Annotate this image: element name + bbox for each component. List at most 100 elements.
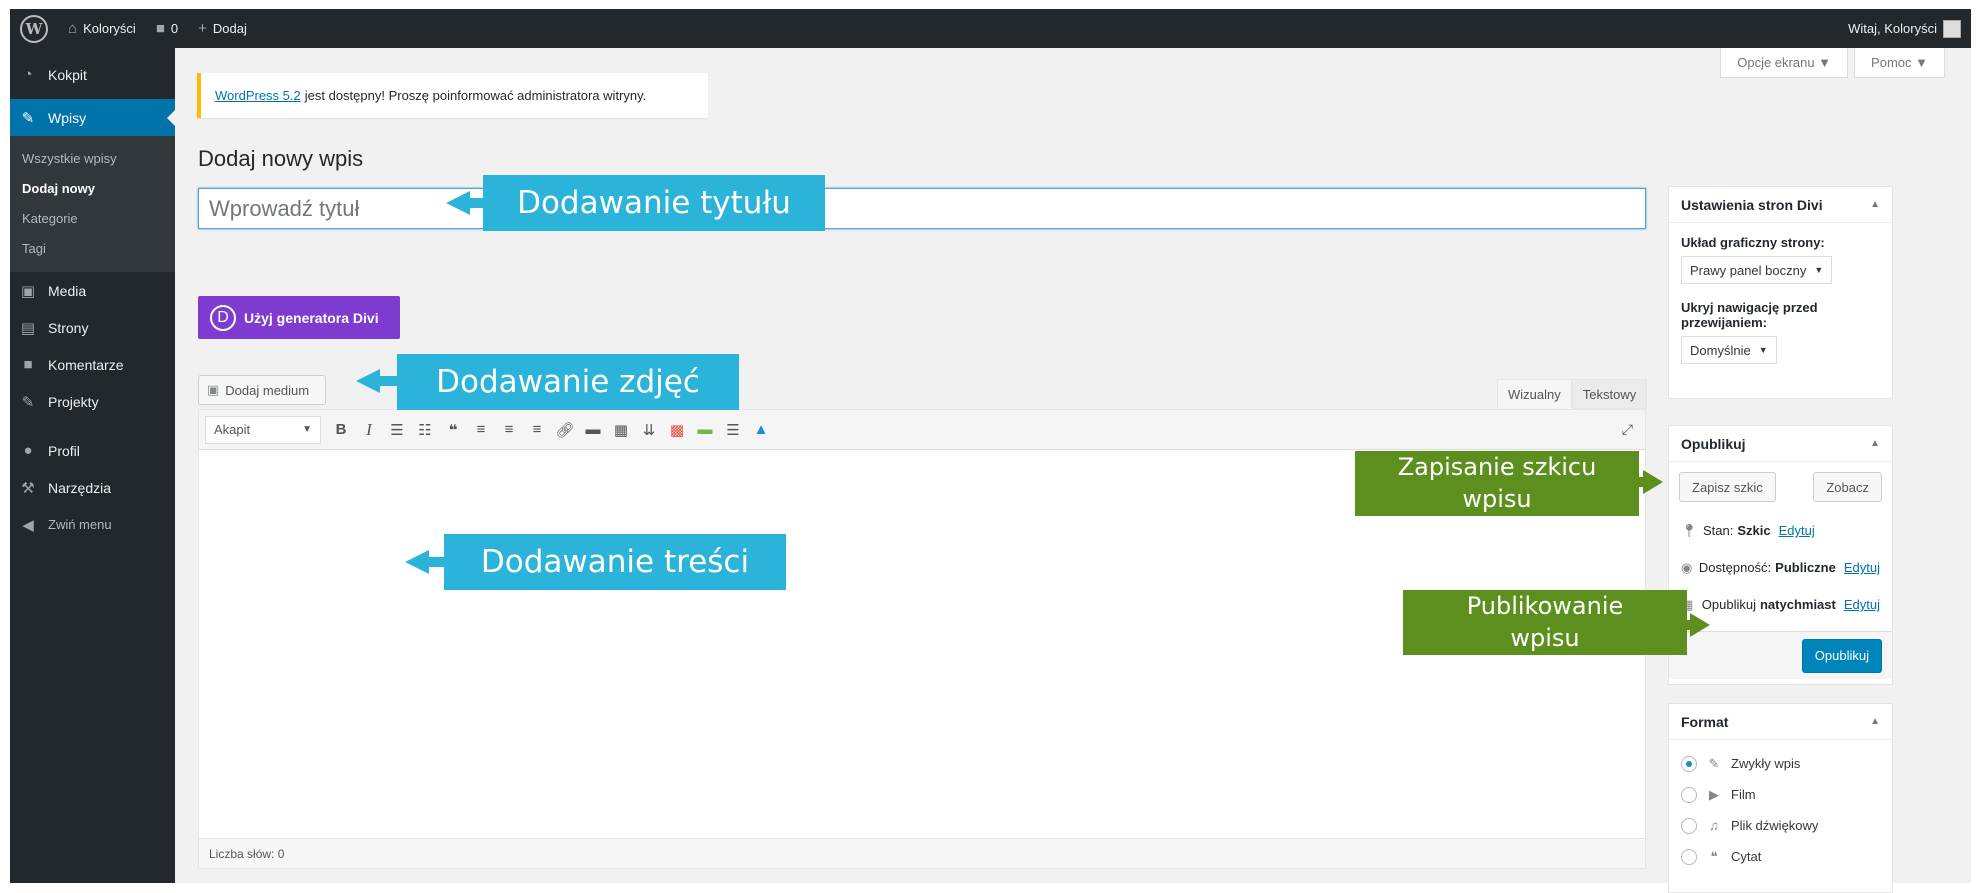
format-option-quote[interactable]: ❝ Cytat	[1669, 841, 1892, 872]
publish-button[interactable]: Opublikuj	[1801, 638, 1882, 673]
pin-icon: ✎	[21, 109, 35, 127]
sidebar-item-collapse[interactable]: ◀ Zwiń menu	[10, 506, 175, 543]
format-option-audio[interactable]: ♫ Plik dźwiękowy	[1669, 810, 1892, 841]
nav-select-value: Domyślnie	[1690, 342, 1751, 358]
bullet-list-button[interactable]: ☰	[383, 416, 411, 444]
help-button[interactable]: Pomoc ▼	[1854, 48, 1945, 78]
preview-button[interactable]: Zobacz	[1813, 472, 1882, 502]
wp-logo-menu[interactable]: W	[10, 9, 58, 48]
post-visibility: ◉ Dostępność: Publiczne Edytuj	[1669, 549, 1892, 586]
title-input[interactable]: Wprowadź tytuł	[198, 188, 1646, 229]
sidebar-item-label: Profil	[48, 442, 80, 459]
sidebar-item-dashboard[interactable]: ◔ Kokpit	[10, 56, 175, 93]
format-option-label: Plik dźwiękowy	[1731, 818, 1819, 833]
tab-text[interactable]: Tekstowy	[1571, 379, 1648, 409]
fullscreen-icon[interactable]: ⤢	[1622, 421, 1633, 438]
notice-text: jest dostępny! Proszę poinformować admin…	[304, 88, 647, 103]
update-notice: WordPress 5.2 jest dostępny! Proszę poin…	[197, 73, 708, 118]
use-divi-builder-button[interactable]: D Użyj generatora Divi	[198, 296, 400, 339]
add-new-link[interactable]: + Dodaj	[188, 9, 257, 48]
pin-icon: ✎	[21, 393, 35, 411]
sidebar-item-pages[interactable]: ▤ Strony	[10, 309, 175, 346]
save-draft-button[interactable]: Zapisz szkic	[1679, 472, 1776, 502]
blockquote-button[interactable]: ❝	[439, 416, 467, 444]
format-option-label: Film	[1731, 787, 1756, 802]
callout-arrow-stem	[427, 557, 445, 567]
callout-save-draft-line2: wpisu	[1462, 484, 1532, 513]
callout-arrow	[1643, 470, 1663, 494]
editor-toolbar: Akapit ▼ B I ☰ ☷ ❝ ≡ ≡ ≡ 🔗︎ ▬ ▦ ⇊ ▩ ▬ ☰ …	[199, 410, 1645, 450]
nav-select[interactable]: Domyślnie ▼	[1681, 336, 1777, 364]
edit-schedule-link[interactable]: Edytuj	[1844, 597, 1880, 612]
radio-button[interactable]	[1681, 786, 1697, 803]
update-link[interactable]: WordPress 5.2	[215, 88, 301, 103]
lines-plugin-icon[interactable]: ☰	[719, 416, 747, 444]
callout-save-draft-line1: Zapisanie szkicu	[1397, 453, 1597, 482]
align-center-button[interactable]: ≡	[495, 416, 523, 444]
schedule-label: Opublikuj	[1701, 597, 1756, 612]
publish-header[interactable]: Opublikuj ▲	[1669, 426, 1892, 462]
numbered-list-button[interactable]: ☷	[411, 416, 439, 444]
screen-options-button[interactable]: Opcje ekranu ▼	[1720, 48, 1849, 78]
italic-button[interactable]: I	[355, 416, 383, 444]
submenu-all-posts[interactable]: Wszystkie wpisy	[10, 144, 175, 174]
format-header[interactable]: Format ▲	[1669, 704, 1892, 740]
bold-button[interactable]: B	[327, 416, 355, 444]
user-plugin-icon[interactable]: ▲	[747, 416, 775, 444]
eye-icon: ◉	[1681, 559, 1693, 575]
collapse-arrow-icon[interactable]: ▲	[1870, 716, 1880, 727]
status-value: Szkic	[1737, 523, 1771, 538]
sidebar-item-media[interactable]: ▣ Media	[10, 272, 175, 309]
sidebar-item-tools[interactable]: ⚒ Narzędzia	[10, 469, 175, 506]
submenu-add-new[interactable]: Dodaj nowy	[10, 174, 175, 204]
layout-label: Układ graficzny strony:	[1681, 235, 1825, 250]
sidebar-item-profile[interactable]: ● Profil	[10, 432, 175, 469]
add-media-button[interactable]: ▣ Dodaj medium	[198, 375, 326, 405]
tab-visual[interactable]: Wizualny	[1497, 379, 1572, 409]
read-more-button[interactable]: ▬	[579, 416, 607, 444]
comments-link[interactable]: ■ 0	[146, 9, 188, 48]
callout-publish-line1: Publikowanie	[1466, 592, 1624, 621]
format-option-video[interactable]: ▶ Film	[1669, 779, 1892, 810]
divi-settings-title: Ustawienia stron Divi	[1681, 196, 1823, 213]
callout-arrow-stem	[468, 198, 484, 208]
site-name-link[interactable]: ⌂ Koloryści	[58, 9, 146, 48]
grid-plugin-icon[interactable]: ▩	[663, 416, 691, 444]
format-option-standard[interactable]: ✎ Zwykły wpis	[1669, 748, 1892, 779]
nav-label: Ukryj nawigację przed przewijaniem:	[1681, 300, 1818, 330]
callout-arrow	[405, 550, 429, 574]
wrench-icon: ⚒	[21, 479, 35, 497]
insert-shortcode-button[interactable]: ⇊	[635, 416, 663, 444]
sidebar-item-projects[interactable]: ✎ Projekty	[10, 383, 175, 420]
divi-button-label: Użyj generatora Divi	[244, 309, 379, 326]
submenu-tags[interactable]: Tagi	[10, 234, 175, 264]
toolbar-toggle-button[interactable]: ▦	[607, 416, 635, 444]
sidebar-item-comments[interactable]: ■ Komentarze	[10, 346, 175, 383]
layout-select[interactable]: Prawy panel boczny ▼	[1681, 256, 1833, 284]
align-left-button[interactable]: ≡	[467, 416, 495, 444]
radio-button[interactable]	[1681, 817, 1697, 834]
collapse-arrow-icon[interactable]: ▲	[1870, 199, 1880, 210]
dashboard-icon: ◔	[23, 66, 33, 83]
collapse-arrow-icon[interactable]: ▲	[1870, 438, 1880, 449]
music-note-icon: ♫	[1709, 818, 1719, 833]
admin-bar: W ⌂ Koloryści ■ 0 + Dodaj Witaj, Koloryś…	[10, 9, 1971, 48]
layout-select-value: Prawy panel boczny	[1690, 262, 1807, 278]
divider-plugin-icon[interactable]: ▬	[691, 416, 719, 444]
publish-title: Opublikuj	[1681, 435, 1746, 452]
minor-publishing-actions: Zapisz szkic Zobacz	[1669, 462, 1892, 512]
sidebar-item-posts[interactable]: ✎ Wpisy	[10, 99, 175, 136]
edit-visibility-link[interactable]: Edytuj	[1844, 560, 1880, 575]
format-select[interactable]: Akapit ▼	[205, 415, 321, 444]
align-right-button[interactable]: ≡	[523, 416, 551, 444]
edit-status-link[interactable]: Edytuj	[1779, 523, 1815, 538]
radio-button[interactable]	[1681, 848, 1697, 865]
submenu-categories[interactable]: Kategorie	[10, 204, 175, 234]
link-button[interactable]: 🔗︎	[551, 416, 579, 444]
account-menu[interactable]: Witaj, Koloryści	[1838, 9, 1971, 48]
radio-button[interactable]	[1681, 755, 1697, 772]
divi-logo-icon: D	[210, 304, 236, 331]
pin-icon: 📍︎	[1681, 522, 1698, 538]
format-option-label: Zwykły wpis	[1731, 756, 1801, 771]
divi-settings-header[interactable]: Ustawienia stron Divi ▲	[1669, 187, 1892, 223]
